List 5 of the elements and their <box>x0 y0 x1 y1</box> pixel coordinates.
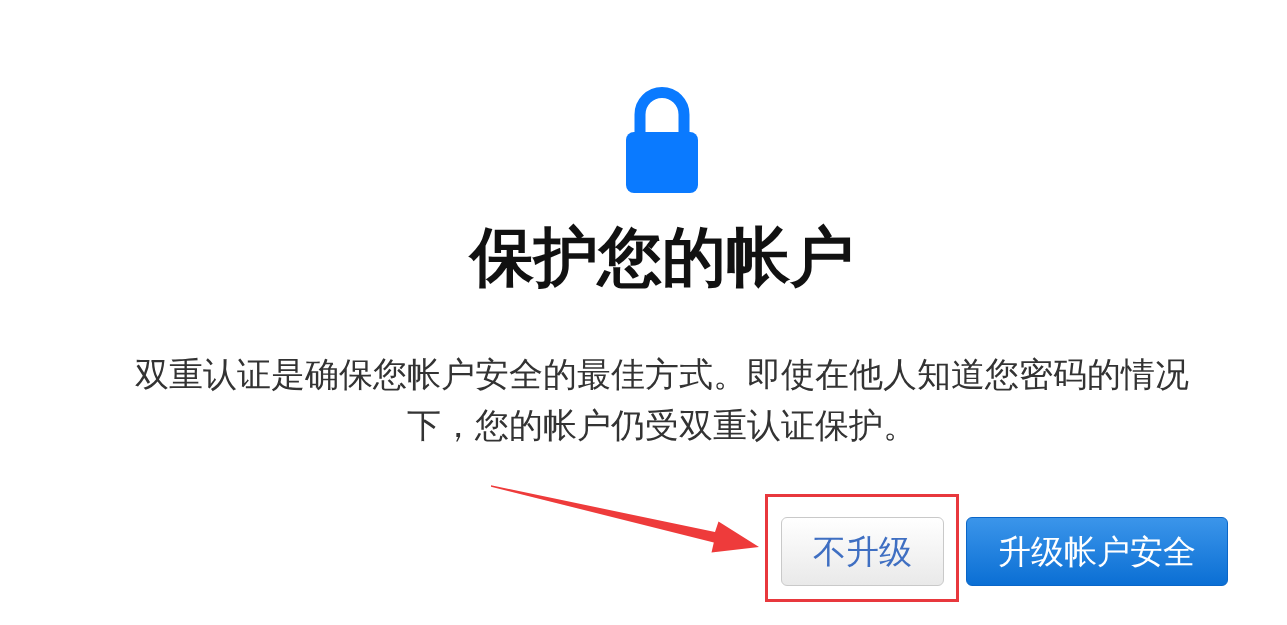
page-title: 保护您的帐户 <box>469 219 854 296</box>
primary-button[interactable]: 升级帐户安全 <box>966 517 1228 586</box>
lock-icon <box>625 87 698 193</box>
description-text: 双重认证是确保您帐户安全的最佳方式。即使在他人知道您密码的情况下，您的帐户仍受双重认证保护。 <box>133 353 1190 447</box>
secondary-button[interactable]: 不升级 <box>781 517 944 586</box>
